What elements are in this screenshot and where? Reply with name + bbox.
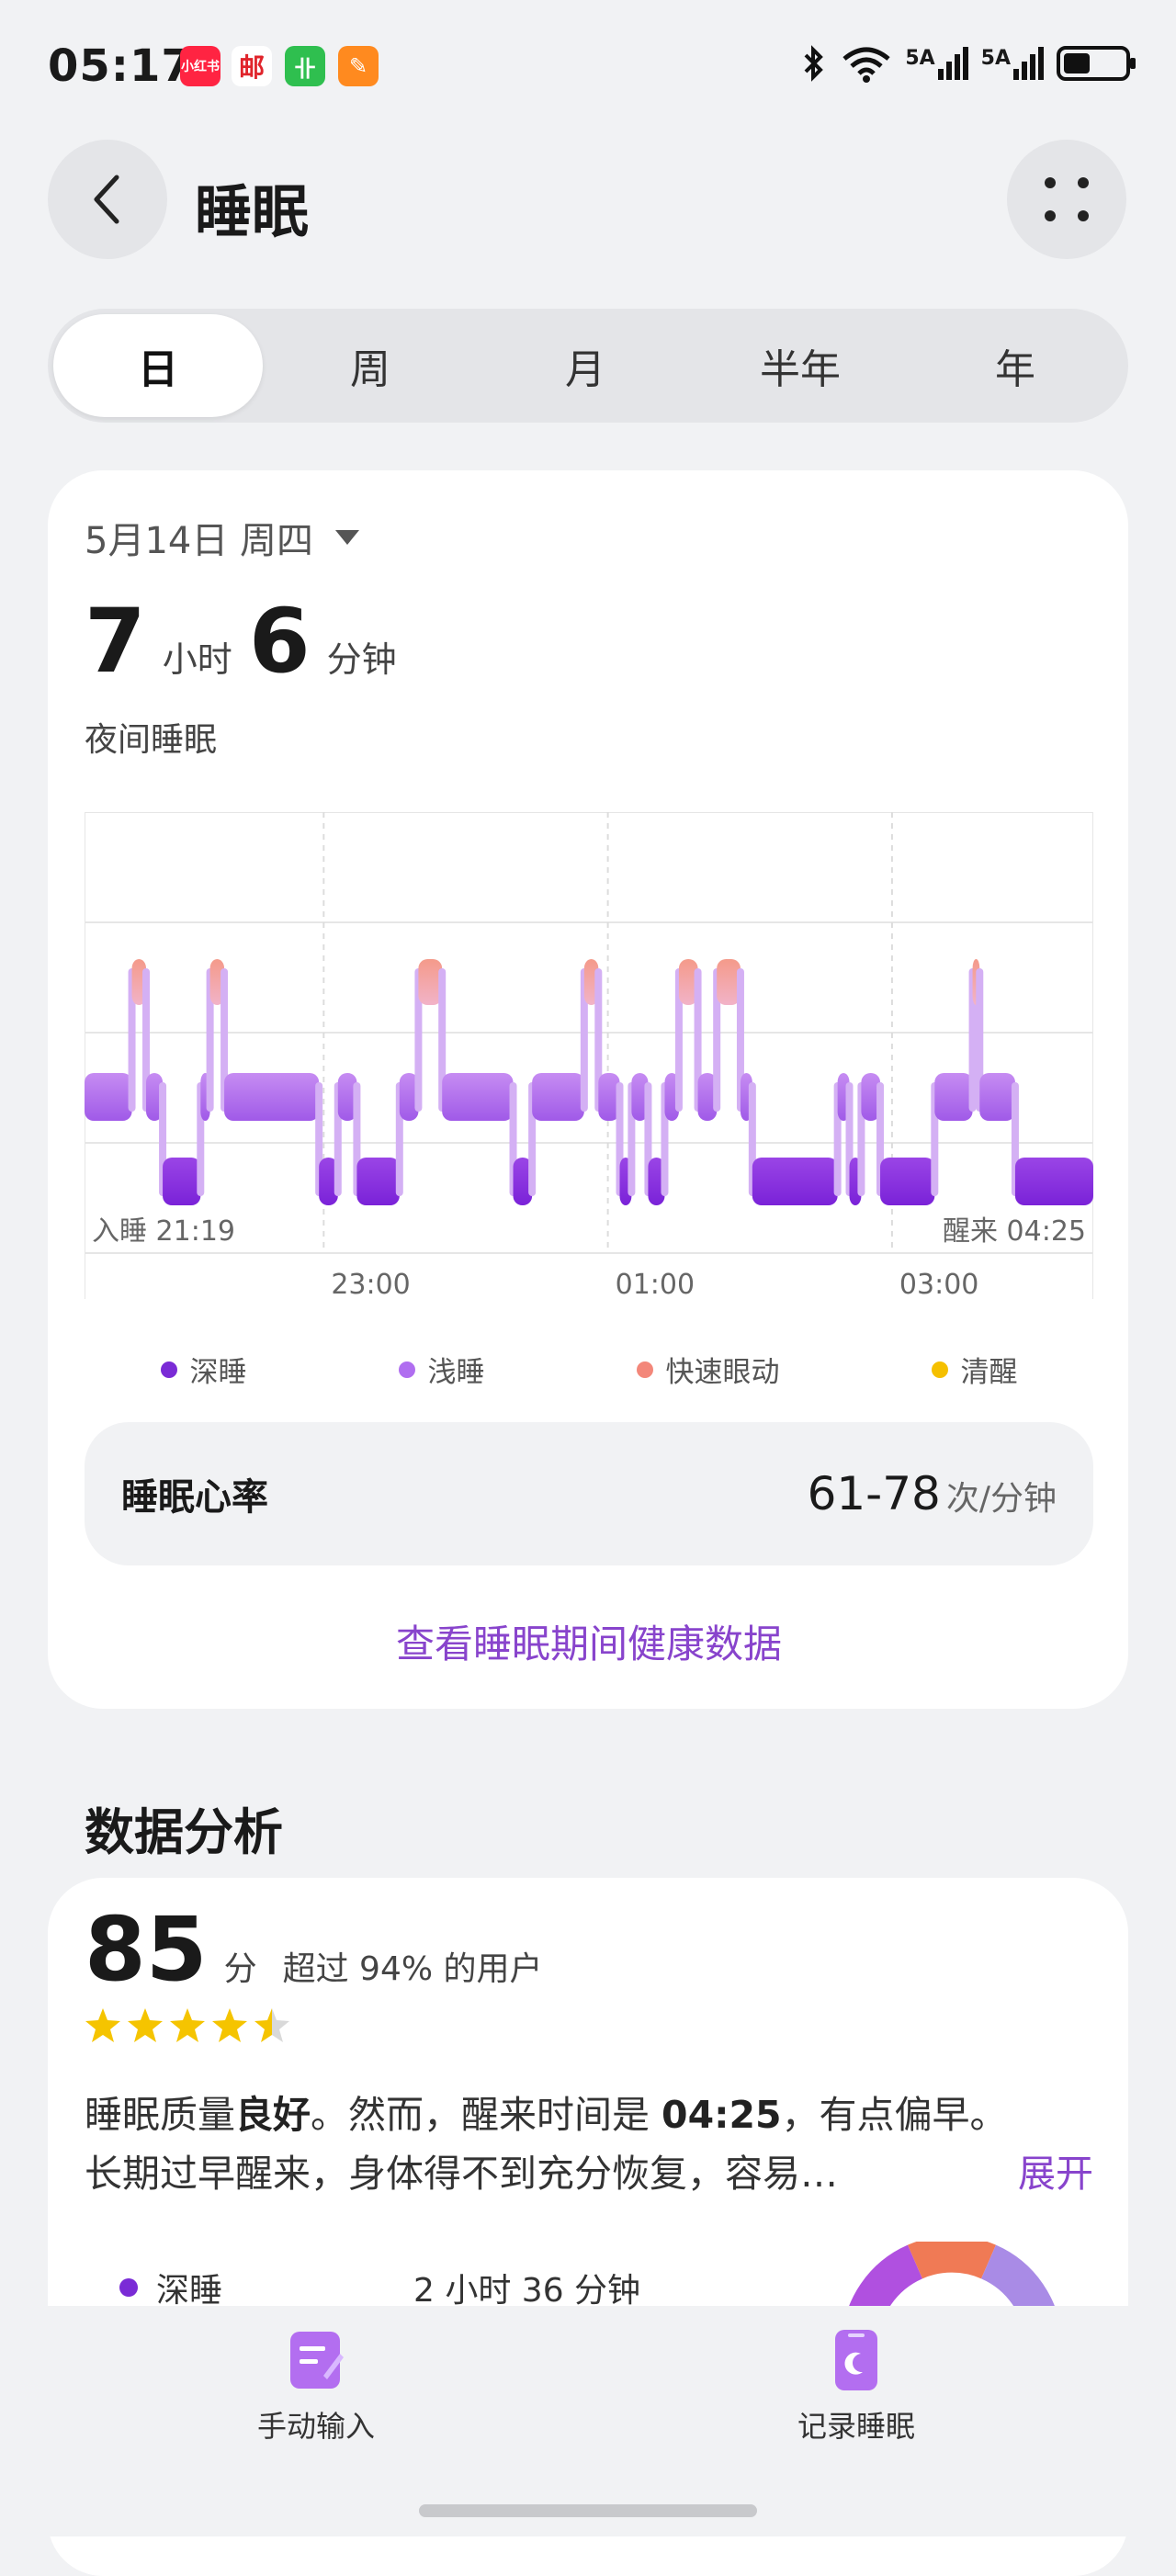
sleep-start-label: 入睡 21:19 (92, 1215, 235, 1248)
segment-light (85, 1073, 132, 1121)
tab-day[interactable]: 日 (53, 314, 263, 417)
manual-input-button[interactable]: 手动输入 (257, 2328, 375, 2446)
segment-deep (880, 1158, 935, 1205)
star-icon-group (85, 2008, 289, 2042)
dropdown-triangle-icon (335, 530, 360, 545)
more-button[interactable] (1007, 140, 1126, 259)
hours-unit: 小时 (162, 639, 232, 680)
half-star-icon (254, 2008, 289, 2042)
heart-rate-label: 睡眠心率 (121, 1476, 268, 1519)
phone-moon-icon (835, 2330, 877, 2390)
tab-half-year[interactable]: 半年 (693, 314, 908, 417)
sleep-stage-chart[interactable]: 入睡 21:19 醒来 04:25 23:00 01:00 03:00 (85, 812, 1093, 1299)
score-unit: 分 (223, 1950, 257, 1988)
deep-sleep-row: 深睡 2 小时 36 分钟 (119, 2264, 640, 2311)
star-icon (170, 2008, 205, 2042)
x-axis-ticks: 23:00 01:00 03:00 (331, 1269, 978, 1299)
segment-light (979, 1073, 1015, 1121)
sleep-score: 85 分 超过 94% 的用户 (85, 1905, 543, 1994)
tab-year[interactable]: 年 (908, 314, 1123, 417)
legend-item-light: 浅睡 (398, 1349, 485, 1390)
wake-label: 醒来 04:25 (943, 1215, 1086, 1248)
score-value: 85 (85, 1898, 208, 2001)
legend-item-awake: 清醒 (931, 1349, 1018, 1390)
segment-deep (1014, 1158, 1093, 1205)
signal-2-icon: 5A (981, 47, 1044, 80)
edit-note-icon (290, 2332, 344, 2389)
segment-deep (752, 1158, 838, 1205)
bottom-nav (0, 2306, 1176, 2536)
manual-input-label: 手动输入 (257, 2409, 376, 2444)
deep-value: 2 小时 36 分钟 (413, 2272, 641, 2310)
period-tabs: 日 周 月 半年 年 (48, 309, 1128, 423)
tab-month[interactable]: 月 (478, 314, 693, 417)
segment-deep (356, 1158, 400, 1205)
segment-light (442, 1073, 514, 1121)
xiaohongshu-icon: 小红书 (180, 46, 220, 86)
expand-link[interactable]: 展开 (1018, 2144, 1093, 2203)
page-title: 睡眠 (195, 178, 310, 245)
orange-app-icon: ✎ (338, 46, 379, 86)
star-icon (128, 2008, 163, 2042)
record-sleep-button[interactable]: 记录睡眠 (797, 2328, 915, 2446)
segment-light (934, 1073, 973, 1121)
star-rating (85, 2006, 296, 2047)
duration-hours: 7 (85, 590, 146, 693)
section-title: 数据分析 (85, 1803, 283, 1861)
signal-1-icon: 5A (905, 47, 968, 80)
chart-legend: 深睡 浅睡 快速眼动 清醒 (85, 1349, 1093, 1390)
star-icon (212, 2008, 247, 2042)
legend-item-deep: 深睡 (160, 1349, 247, 1390)
sleep-type: 夜间睡眠 (85, 721, 218, 759)
heart-rate-value: 61-78 (807, 1467, 941, 1520)
tab-week[interactable]: 周 (263, 314, 478, 417)
chevron-left-icon (94, 175, 119, 224)
view-health-data-link[interactable]: 查看睡眠期间健康数据 (85, 1613, 1093, 1669)
more-dots-icon (1045, 177, 1089, 221)
legend-item-rem: 快速眼动 (636, 1349, 780, 1390)
date-selector[interactable]: 5月14日 周四 (85, 511, 360, 564)
date-label: 5月14日 周四 (85, 520, 314, 562)
sleep-heart-rate[interactable]: 睡眠心率 61-78 次/分钟 (85, 1422, 1093, 1565)
back-button[interactable] (48, 140, 167, 259)
deep-label: 深睡 (156, 2272, 223, 2310)
segment-light (532, 1073, 584, 1121)
duration-minutes: 6 (248, 590, 311, 693)
star-icon (85, 2008, 120, 2042)
status-icons: 5A 5A (800, 44, 1136, 83)
analysis-text: 睡眠质量良好。然而，醒来时间是 04:25，有点偏早。 长期过早醒来，身体得不到… (85, 2085, 1093, 2203)
post-icon: 邮 (232, 46, 272, 86)
battery-icon (1057, 46, 1136, 81)
x-tick-label: 23:00 (331, 1269, 410, 1299)
home-indicator[interactable] (419, 2504, 757, 2517)
deep-dot (119, 2278, 138, 2297)
x-tick-label: 03:00 (899, 1269, 978, 1299)
minutes-unit: 分钟 (326, 639, 397, 680)
heart-rate-unit: 次/分钟 (945, 1480, 1057, 1518)
segment-light (224, 1073, 320, 1121)
status-time: 05:17 (48, 40, 193, 92)
chart-segments (85, 959, 1093, 1205)
bluetooth-icon (804, 45, 824, 82)
record-sleep-label: 记录睡眠 (797, 2409, 916, 2444)
x-tick-label: 01:00 (616, 1269, 695, 1299)
green-app-icon: 卝 (285, 46, 325, 86)
sleep-duration: 7 小时 6 分钟 (85, 597, 397, 685)
segment-deep (163, 1158, 201, 1205)
wifi-icon (842, 47, 890, 83)
score-rank: 超过 94% 的用户 (282, 1950, 543, 1988)
